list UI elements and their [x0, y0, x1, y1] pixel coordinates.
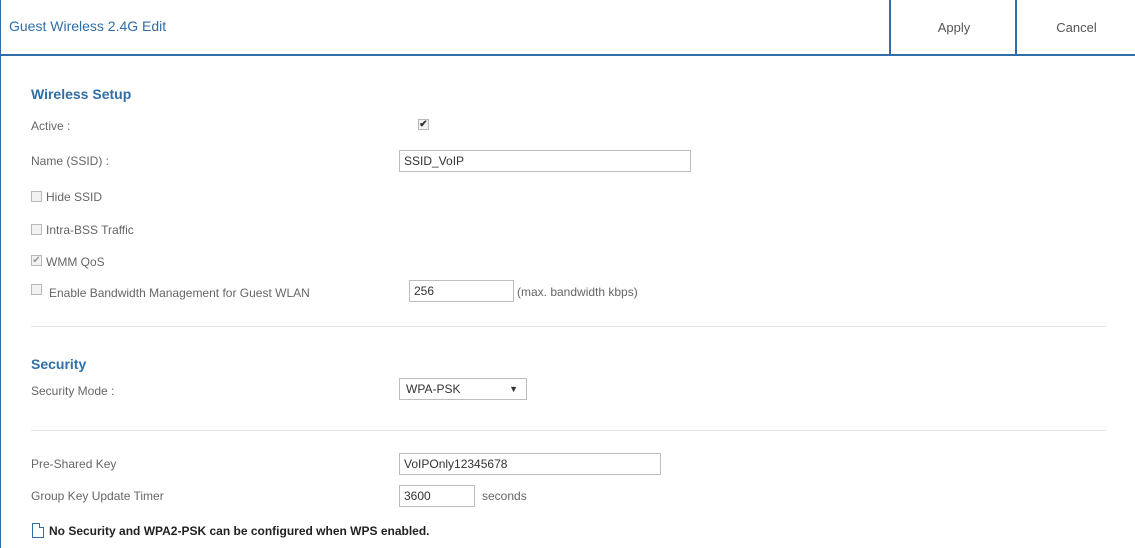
psk-input[interactable]: VoIPOnly12345678: [399, 453, 661, 475]
hide-ssid-label: Hide SSID: [46, 190, 103, 204]
bandwidth-label: Enable Bandwidth Management for Guest WL…: [49, 286, 310, 300]
wireless-setup-title: Wireless Setup: [31, 86, 132, 102]
wmm-qos-checkbox[interactable]: ✔: [31, 255, 42, 266]
chevron-down-icon: ▼: [509, 384, 518, 394]
cancel-button[interactable]: Cancel: [1015, 0, 1135, 54]
intra-bss-label: Intra-BSS Traffic: [46, 223, 134, 237]
note-icon: [32, 523, 44, 538]
note-text: No Security and WPA2-PSK can be configur…: [49, 524, 430, 538]
active-checkbox[interactable]: ✔: [418, 119, 429, 130]
security-mode-value: WPA-PSK: [406, 382, 461, 396]
wmm-qos-label: WMM QoS: [46, 255, 105, 269]
intra-bss-checkbox[interactable]: [31, 224, 42, 235]
section-divider-2: [31, 430, 1106, 431]
security-mode-select[interactable]: WPA-PSK ▼: [399, 378, 527, 400]
bandwidth-input[interactable]: 256: [409, 280, 514, 302]
hide-ssid-checkbox[interactable]: [31, 191, 42, 202]
section-divider: [31, 326, 1106, 327]
ssid-input[interactable]: SSID_VoIP: [399, 150, 691, 172]
bandwidth-checkbox[interactable]: [31, 284, 42, 295]
security-mode-label: Security Mode :: [31, 384, 115, 398]
apply-button[interactable]: Apply: [889, 0, 1017, 54]
page-title: Guest Wireless 2.4G Edit: [9, 18, 167, 34]
group-key-input[interactable]: 3600: [399, 485, 475, 507]
bandwidth-unit-label: (max. bandwidth kbps): [517, 285, 638, 299]
psk-label: Pre-Shared Key: [31, 457, 117, 471]
security-title: Security: [31, 356, 87, 372]
page: Guest Wireless 2.4G Edit Apply Cancel Wi…: [0, 0, 1135, 548]
group-key-unit-label: seconds: [482, 489, 527, 503]
active-label: Active :: [31, 119, 71, 133]
group-key-label: Group Key Update Timer: [31, 489, 164, 503]
ssid-label: Name (SSID) :: [31, 154, 110, 168]
header-bar: Guest Wireless 2.4G Edit Apply Cancel: [1, 0, 1135, 56]
